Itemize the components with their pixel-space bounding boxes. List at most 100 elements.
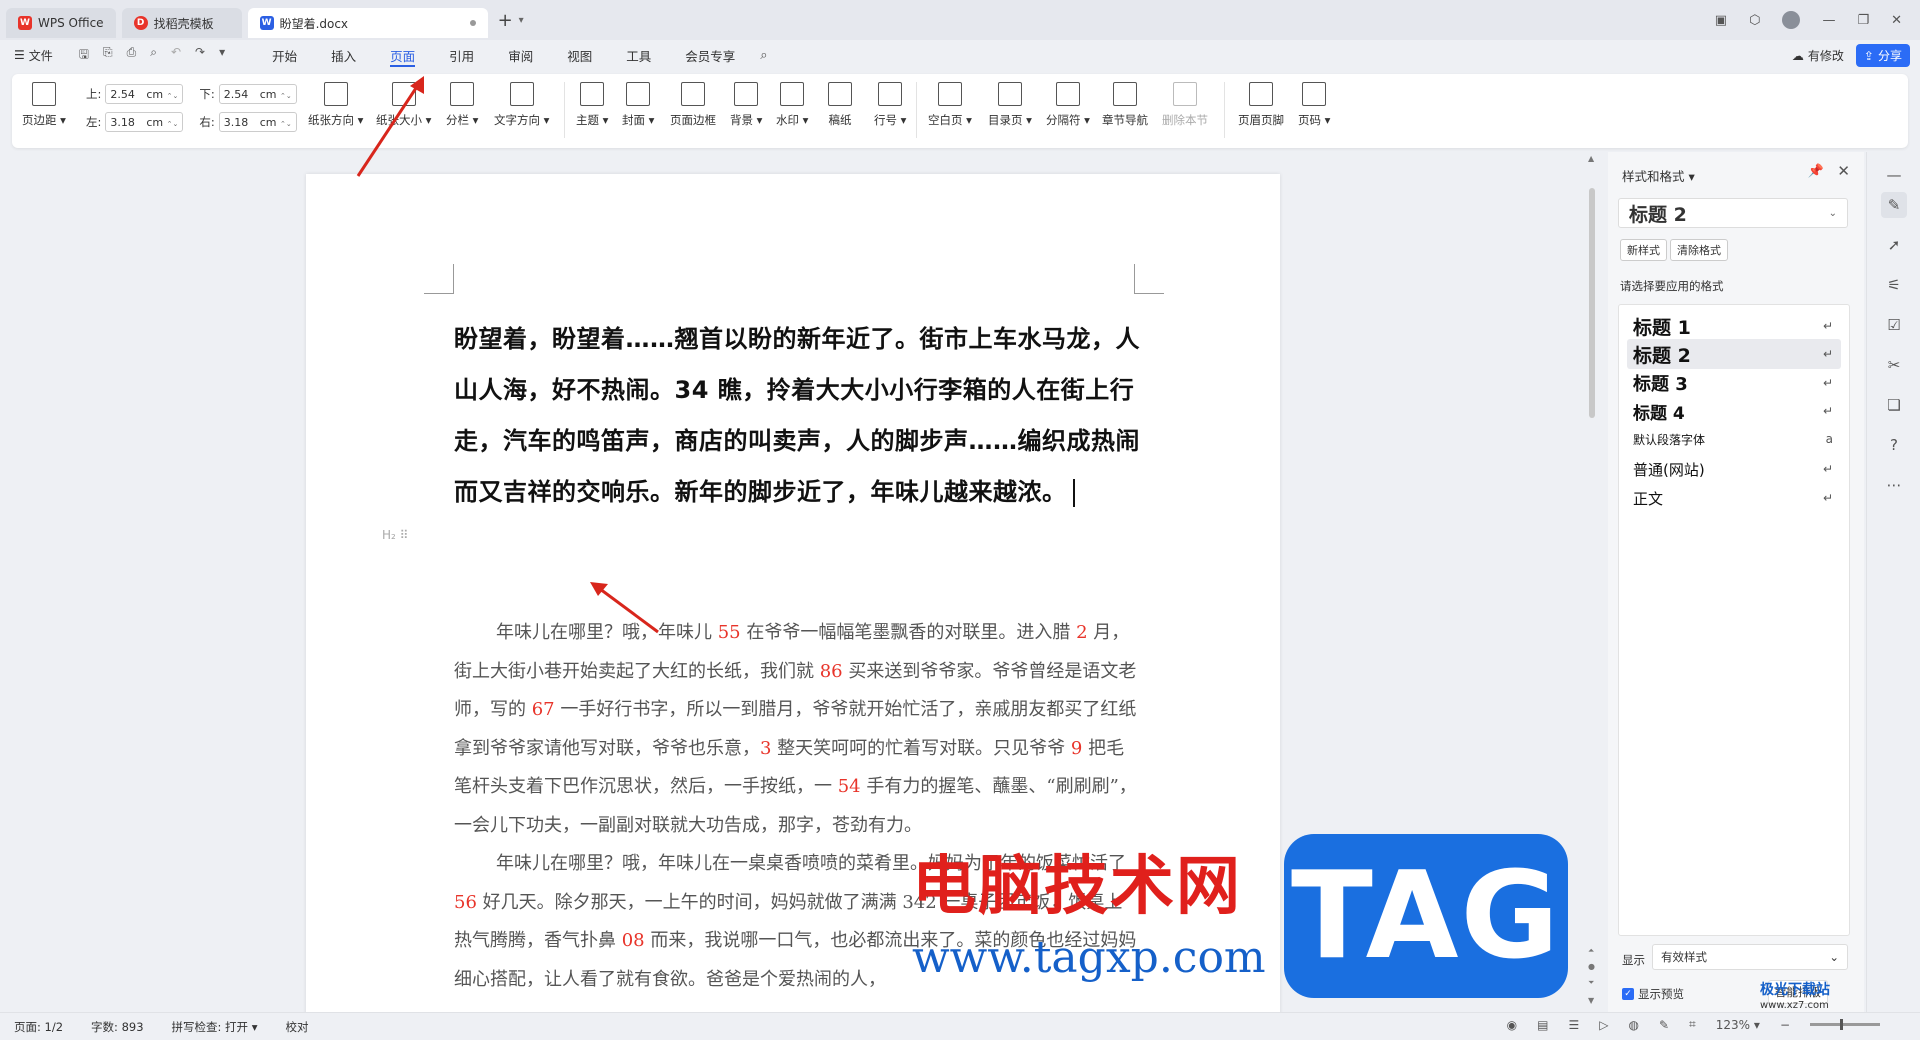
clear-format-button[interactable]: 清除格式 [1670, 239, 1728, 261]
prev-page-icon[interactable]: ⏶ [1588, 946, 1594, 956]
fit-page-icon[interactable]: ⌗ [1689, 1017, 1696, 1032]
toc-page-button[interactable]: 目录页 ▾ [988, 82, 1032, 128]
page-count[interactable]: 页面: 1/2 [14, 1019, 63, 1035]
separator-button[interactable]: 分隔符 ▾ [1046, 82, 1090, 128]
style-item-web[interactable]: 普通(网站) ↵ [1627, 454, 1841, 484]
body-paragraph-1[interactable]: 年味儿在哪里？哦，年味儿 55 在爷爷一幅幅笔墨飘香的对联里。进入腊 2 月，街… [454, 614, 1140, 845]
zoom-out-icon[interactable]: − [1780, 1018, 1790, 1032]
current-style-select[interactable]: 标题 2 ⌄ [1618, 198, 1848, 228]
scroll-up-icon[interactable]: ▲ [1588, 154, 1594, 163]
play-icon[interactable]: ▷ [1599, 1018, 1608, 1032]
menu-home[interactable]: 开始 [255, 40, 314, 70]
delete-section-button[interactable]: 删除本节 [1162, 82, 1208, 128]
manuscript-button[interactable]: 稿纸 [828, 82, 852, 128]
new-tab-plus-icon[interactable]: + [498, 10, 513, 31]
unsaved-dot-icon[interactable] [469, 20, 476, 26]
page-number-button[interactable]: 页码 ▾ [1298, 82, 1330, 128]
menu-page[interactable]: 页面 [373, 40, 432, 70]
heading-paragraph[interactable]: 盼望着，盼望着……翘首以盼的新年近了。街市上车水马龙，人山人海，好不热闹。34 … [454, 314, 1140, 518]
minimize-icon[interactable]: — [1822, 13, 1835, 28]
page-view-icon[interactable]: ▤ [1537, 1018, 1548, 1032]
chevron-down-icon[interactable]: ▾ [219, 45, 225, 66]
columns-button[interactable]: 分栏 ▾ [446, 82, 478, 128]
restore-icon[interactable]: ❐ [1857, 13, 1869, 28]
bottom-margin-input[interactable]: 2.54 cm ⌃⌄ [218, 84, 297, 104]
page-border-button[interactable]: 页面边框 [670, 82, 716, 128]
show-select[interactable]: 有效样式 ⌄ [1652, 944, 1848, 970]
blank-page-button[interactable]: 空白页 ▾ [928, 82, 972, 128]
heading-level-marker[interactable]: H₂ ⠿ [382, 528, 408, 542]
share-button[interactable]: ⇪ 分享 [1855, 44, 1910, 67]
tab-document[interactable]: W 盼望着.docx [247, 8, 488, 38]
menu-insert[interactable]: 插入 [314, 40, 373, 70]
export-icon[interactable]: ⎘ [103, 45, 113, 66]
eye-protection-icon[interactable]: ◉ [1507, 1018, 1517, 1032]
undo-icon[interactable]: ↶ [171, 45, 181, 66]
menu-member[interactable]: 会员专享 [668, 40, 752, 70]
spell-check[interactable]: 拼写检查: 打开 ▾ [172, 1019, 258, 1035]
style-pen-icon[interactable]: ✎ [1881, 192, 1907, 218]
header-footer-button[interactable]: 页眉页脚 [1238, 82, 1284, 128]
style-item-heading-2[interactable]: 标题 2 ↵ [1627, 339, 1841, 369]
chevron-down-icon[interactable]: ▾ [519, 15, 524, 26]
search-icon[interactable]: ⌕ [760, 48, 767, 63]
style-item-body[interactable]: 正文 ↵ [1627, 483, 1841, 513]
word-count[interactable]: 字数: 893 [91, 1019, 143, 1035]
left-margin-input[interactable]: 3.18 cm ⌃⌄ [105, 112, 184, 132]
text-direction-button[interactable]: 文字方向 ▾ [494, 82, 549, 128]
select-cursor-icon[interactable]: ➚ [1881, 232, 1907, 258]
print-icon[interactable]: ⎙ [127, 45, 137, 66]
close-icon[interactable]: ✕ [1891, 13, 1902, 28]
web-view-icon[interactable]: ◍ [1628, 1018, 1638, 1032]
zoom-level[interactable]: 123% ▾ [1716, 1018, 1760, 1032]
layout-icon[interactable]: ▣ [1715, 13, 1727, 28]
redo-icon[interactable]: ↷ [195, 45, 205, 66]
right-margin-input[interactable]: 3.18 cm ⌃⌄ [218, 112, 297, 132]
tools-icon[interactable]: ✂ [1881, 352, 1907, 378]
close-icon[interactable]: ✕ [1837, 162, 1850, 180]
save-icon[interactable]: 🖫 [79, 45, 89, 66]
style-item-heading-4[interactable]: 标题 4 ↵ [1627, 396, 1841, 426]
styles-panel-title[interactable]: 样式和格式 ▾ [1622, 166, 1695, 185]
outline-view-icon[interactable]: ☰ [1568, 1018, 1579, 1032]
theme-button[interactable]: 主题 ▾ [576, 82, 608, 128]
menu-review[interactable]: 审阅 [491, 40, 550, 70]
pin-icon[interactable]: 📌 [1808, 164, 1824, 179]
zoom-slider[interactable] [1810, 1019, 1880, 1030]
line-numbers-button[interactable]: 行号 ▾ [874, 82, 906, 128]
help-icon[interactable]: ? [1881, 432, 1907, 458]
avatar[interactable] [1782, 11, 1801, 29]
file-menu[interactable]: ☰ 文件 [14, 47, 53, 64]
cover-button[interactable]: 封面 ▾ [622, 82, 654, 128]
collapse-icon[interactable]: — [1881, 162, 1907, 188]
watermark-button[interactable]: 水印 ▾ [776, 82, 808, 128]
more-icon[interactable]: ⋯ [1881, 472, 1907, 498]
book-icon[interactable]: ❏ [1881, 392, 1907, 418]
cube-icon[interactable]: ⬡ [1749, 13, 1760, 28]
tab-docer-templates[interactable]: D 找稻壳模板 [121, 8, 242, 38]
style-item-heading-1[interactable]: 标题 1 ↵ [1627, 311, 1841, 341]
properties-sliders-icon[interactable]: ⚟ [1881, 272, 1907, 298]
pen-icon[interactable]: ✎ [1659, 1018, 1669, 1032]
vertical-scrollbar[interactable]: ▲ ⏶ ● ⏷ ▼ [1586, 152, 1598, 1012]
margins-button[interactable]: 页边距 ▾ [22, 82, 66, 128]
select-browse-icon[interactable]: ● [1588, 962, 1595, 971]
scroll-down-icon[interactable]: ▼ [1588, 996, 1594, 1005]
style-item-default-font[interactable]: 默认段落字体 a [1627, 424, 1841, 454]
background-button[interactable]: 背景 ▾ [730, 82, 762, 128]
menu-view[interactable]: 视图 [550, 40, 609, 70]
modified-status[interactable]: ☁ 有修改 [1792, 47, 1844, 64]
menu-tools[interactable]: 工具 [609, 40, 668, 70]
drag-handle-icon[interactable]: ⠿ [400, 528, 409, 542]
menu-references[interactable]: 引用 [432, 40, 491, 70]
new-style-button[interactable]: 新样式 [1620, 239, 1667, 261]
proofread[interactable]: 校对 [286, 1019, 309, 1035]
top-margin-input[interactable]: 2.54 cm ⌃⌄ [105, 84, 184, 104]
print-preview-icon[interactable]: ⌕ [150, 45, 157, 66]
scroll-thumb[interactable] [1589, 188, 1595, 418]
document-check-icon[interactable]: ☑ [1881, 312, 1907, 338]
tab-wps-office[interactable]: W WPS Office [6, 8, 116, 38]
style-item-heading-3[interactable]: 标题 3 ↵ [1627, 368, 1841, 398]
show-preview-checkbox[interactable]: ✓ 显示预览 [1622, 986, 1684, 1002]
next-page-icon[interactable]: ⏷ [1588, 978, 1594, 988]
